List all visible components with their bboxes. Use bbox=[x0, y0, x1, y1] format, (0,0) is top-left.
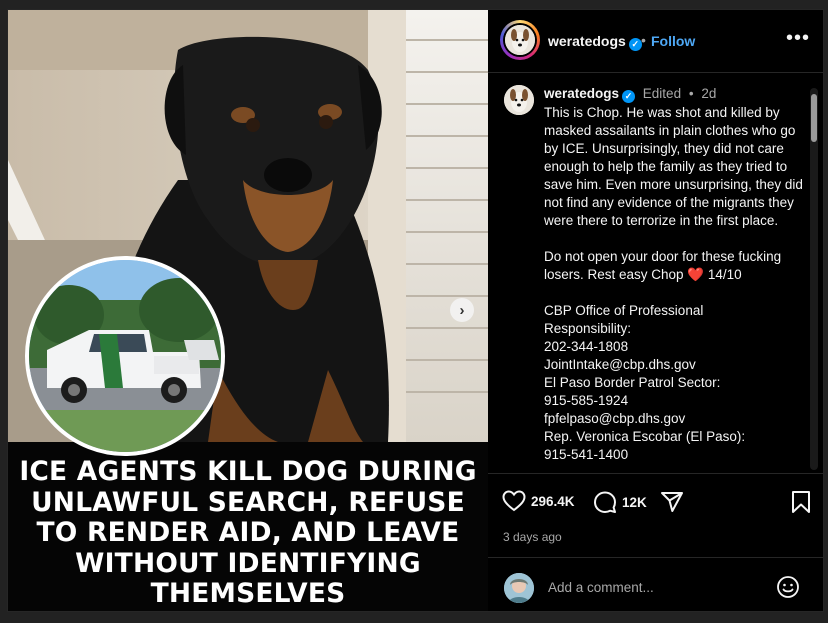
post-modal: ICE AGENTS KILL DOG DURING UNLAWFUL SEAR… bbox=[7, 9, 824, 612]
post-header: weratedogs ✓ • Follow ••• bbox=[488, 10, 823, 73]
header-username[interactable]: weratedogs ✓ bbox=[548, 33, 642, 51]
more-options-icon[interactable]: ••• bbox=[786, 27, 810, 50]
caption-scroll-area[interactable]: weratedogs ✓ Edited • 2d This is Chop. He… bbox=[488, 73, 808, 473]
caption-paragraph-1: This is Chop. He was shot and killed by … bbox=[544, 105, 803, 228]
paper-plane-icon bbox=[661, 492, 683, 512]
contact-line: 915-541-1400 bbox=[544, 447, 629, 462]
contact-line: Rep. Veronica Escobar (El Paso): bbox=[544, 429, 746, 444]
share-button[interactable] bbox=[660, 490, 689, 514]
comment-bubble-icon bbox=[594, 491, 616, 513]
caption-age: 2d bbox=[701, 86, 717, 101]
profile-avatar bbox=[505, 25, 535, 55]
border-patrol-truck-inset bbox=[25, 256, 225, 456]
red-heart-icon: ❤️ bbox=[687, 267, 705, 282]
next-slide-button[interactable]: › bbox=[450, 298, 474, 322]
contact-line: 202-344-1808 bbox=[544, 339, 629, 354]
contact-line: JointIntake@cbp.dhs.gov bbox=[544, 357, 696, 372]
post-media[interactable]: ICE AGENTS KILL DOG DURING UNLAWFUL SEAR… bbox=[8, 10, 488, 611]
edited-label: Edited bbox=[642, 86, 682, 101]
save-button[interactable] bbox=[791, 490, 816, 514]
post-actions: 296.4K 12K 3 days ago Add a comment... bbox=[488, 473, 823, 611]
contact-line: El Paso Border Patrol Sector: bbox=[544, 375, 721, 390]
comment-button[interactable]: 12K bbox=[593, 490, 647, 514]
scrollbar-thumb[interactable] bbox=[811, 94, 817, 142]
post-headline: ICE AGENTS KILL DOG DURING UNLAWFUL SEAR… bbox=[19, 456, 477, 609]
emoji-picker-icon[interactable] bbox=[776, 575, 800, 604]
caption-paragraph-2: Do not open your door for these fucking … bbox=[544, 249, 782, 282]
contact-line: 915-585-1924 bbox=[544, 393, 629, 408]
post-side-panel: weratedogs ✓ • Follow ••• weratedogs ✓ E… bbox=[488, 10, 823, 611]
caption-text: This is Chop. He was shot and killed by … bbox=[544, 104, 806, 464]
caption-username[interactable]: weratedogs bbox=[544, 86, 619, 101]
heart-outline-icon bbox=[502, 490, 526, 512]
follow-button[interactable]: Follow bbox=[651, 33, 695, 49]
current-user-avatar[interactable] bbox=[504, 573, 534, 603]
comment-input[interactable]: Add a comment... bbox=[548, 580, 748, 595]
bookmark-icon bbox=[792, 491, 810, 513]
like-button[interactable]: 296.4K bbox=[502, 490, 575, 512]
like-count: 296.4K bbox=[531, 493, 575, 509]
chevron-right-icon: › bbox=[459, 301, 465, 319]
caption-avatar[interactable] bbox=[504, 85, 534, 115]
caption-scrollbar[interactable] bbox=[810, 88, 818, 470]
comment-composer: Add a comment... bbox=[488, 557, 823, 611]
header-separator: • bbox=[641, 32, 646, 48]
comment-count: 12K bbox=[622, 494, 647, 510]
contact-line: Responsibility: bbox=[544, 321, 632, 336]
contact-line: fpfelpaso@cbp.dhs.gov bbox=[544, 411, 686, 426]
contact-line: CBP Office of Professional bbox=[544, 303, 704, 318]
caption-header: weratedogs ✓ Edited • 2d bbox=[544, 86, 716, 103]
post-time-ago[interactable]: 3 days ago bbox=[503, 530, 562, 544]
caption-separator: • bbox=[688, 86, 694, 101]
verified-badge-icon: ✓ bbox=[622, 90, 636, 103]
verified-badge-icon: ✓ bbox=[628, 38, 642, 51]
story-ring-avatar[interactable] bbox=[500, 20, 540, 60]
